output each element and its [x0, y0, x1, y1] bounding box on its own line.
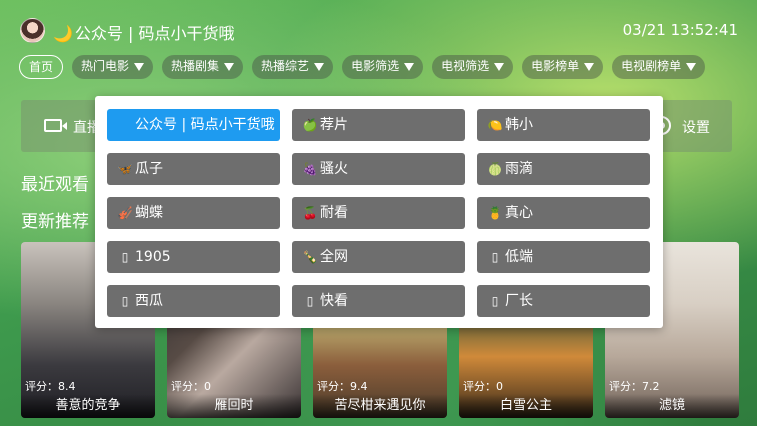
source-label: 耐看: [320, 205, 348, 221]
avatar[interactable]: [20, 18, 45, 43]
violin-icon: 🎻: [117, 206, 133, 220]
source-label: 真心: [505, 205, 533, 221]
source-selector-popup: 公众号 | 码点小干货哦 🍏 荐片 🍋 韩小 🦋 瓜子 🍇 骚火 🍈 雨滴 🎻 蝴蝶 🍒 耐看…: [95, 96, 663, 328]
source-option[interactable]: ▯ 厂长: [477, 285, 650, 317]
source-option[interactable]: ▯ 低端: [477, 241, 650, 273]
missing-glyph-icon: ▯: [121, 250, 129, 264]
nav-tab-label: 热门电影: [81, 59, 130, 73]
movie-title: 白雪公主: [459, 394, 593, 418]
settings-label: 设置: [682, 120, 710, 136]
filter-icon: [494, 62, 505, 71]
app-title-text: 公众号 | 码点小干货哦: [74, 24, 235, 43]
nav-tab-label: 电影筛选: [351, 59, 400, 73]
nav-tab-label: 热播综艺: [261, 59, 310, 73]
missing-glyph-icon: ▯: [306, 294, 314, 308]
movie-score: 评分：7.2: [609, 380, 660, 393]
source-label: 西瓜: [135, 293, 163, 309]
filter-icon: [584, 62, 595, 71]
bottle-icon: 🍾: [302, 250, 318, 264]
source-label: 蝴蝶: [135, 205, 163, 221]
source-option[interactable]: ▯ 西瓜: [107, 285, 280, 317]
video-camera-icon: [44, 119, 62, 132]
missing-glyph-icon: ▯: [121, 294, 129, 308]
source-option[interactable]: ▯ 快看: [292, 285, 465, 317]
source-label: 瓜子: [135, 161, 163, 177]
movie-score: 评分：9.4: [317, 380, 368, 393]
source-option[interactable]: 公众号 | 码点小干货哦: [107, 109, 280, 141]
nav-tab-tv-ranking[interactable]: 电视剧榜单: [612, 55, 706, 79]
source-label: 1905: [135, 249, 171, 265]
pineapple-icon: 🍍: [487, 206, 503, 220]
grape-icon: 🍇: [302, 162, 318, 176]
source-label: 荐片: [320, 117, 348, 133]
movie-title: 滤镜: [605, 394, 739, 418]
source-label: 快看: [320, 293, 348, 309]
source-label: 低端: [505, 249, 533, 265]
nav-tab-label: 热播剧集: [171, 59, 220, 73]
recommend-section-title: 更新推荐: [21, 212, 89, 232]
filter-icon: [224, 62, 235, 71]
movie-score: 评分：0: [463, 380, 503, 393]
app-title: 🌙 公众号 | 码点小干货哦: [53, 20, 235, 44]
nav-tab-label: 电视剧榜单: [621, 59, 682, 73]
nav-tab-hot-series[interactable]: 热播剧集: [162, 55, 244, 79]
source-label: 韩小: [505, 117, 533, 133]
movie-score: 评分：0: [171, 380, 211, 393]
movie-title: 善意的竞争: [21, 394, 155, 418]
header: 🌙 公众号 | 码点小干货哦 03/21 13:52:41: [0, 0, 757, 50]
clock: 03/21 13:52:41: [622, 21, 738, 39]
filter-icon: [314, 62, 325, 71]
source-option[interactable]: 🍋 韩小: [477, 109, 650, 141]
nav-tab-label: 电视筛选: [441, 59, 490, 73]
source-option[interactable]: 🍒 耐看: [292, 197, 465, 229]
lemon-icon: 🍋: [487, 118, 503, 132]
nav-tab-label: 电影榜单: [531, 59, 580, 73]
source-option[interactable]: 🍏 荐片: [292, 109, 465, 141]
source-label: 雨滴: [505, 161, 533, 177]
source-option[interactable]: 🍈 雨滴: [477, 153, 650, 185]
source-label: 全网: [320, 249, 348, 265]
filter-icon: [686, 62, 697, 71]
movie-score: 评分：8.4: [25, 380, 76, 393]
missing-glyph-icon: ▯: [491, 294, 499, 308]
source-option[interactable]: 🍇 骚火: [292, 153, 465, 185]
nav-bar: 首页 热门电影 热播剧集 热播综艺 电影筛选 电视筛选 电影榜单 电视剧榜单: [19, 55, 714, 79]
source-label: 骚火: [320, 161, 348, 177]
source-option[interactable]: ▯ 1905: [107, 241, 280, 273]
butterfly-icon: 🦋: [117, 162, 133, 176]
movie-title: 雁回时: [167, 394, 301, 418]
source-option[interactable]: 🍾 全网: [292, 241, 465, 273]
source-option[interactable]: 🎻 蝴蝶: [107, 197, 280, 229]
nav-tab-hot-movies[interactable]: 热门电影: [72, 55, 154, 79]
nav-tab-movie-ranking[interactable]: 电影榜单: [522, 55, 604, 79]
apple-icon: 🍏: [302, 118, 318, 132]
nav-tab-label: 首页: [29, 60, 54, 74]
moon-icon: 🌙: [53, 24, 73, 43]
source-option[interactable]: 🦋 瓜子: [107, 153, 280, 185]
missing-glyph-icon: ▯: [491, 250, 499, 264]
movie-title: 苦尽柑来遇见你: [313, 394, 447, 418]
nav-tab-tv-filter[interactable]: 电视筛选: [432, 55, 514, 79]
source-label: 厂长: [505, 293, 533, 309]
source-option[interactable]: 🍍 真心: [477, 197, 650, 229]
melon-icon: 🍈: [487, 162, 503, 176]
nav-tab-hot-variety[interactable]: 热播综艺: [252, 55, 334, 79]
cherry-icon: 🍒: [302, 206, 318, 220]
recent-section-title: 最近观看: [21, 175, 89, 195]
filter-icon: [404, 62, 415, 71]
filter-icon: [134, 62, 145, 71]
nav-tab-home[interactable]: 首页: [19, 55, 64, 79]
nav-tab-movie-filter[interactable]: 电影筛选: [342, 55, 424, 79]
source-label: 公众号 | 码点小干货哦: [135, 117, 275, 133]
